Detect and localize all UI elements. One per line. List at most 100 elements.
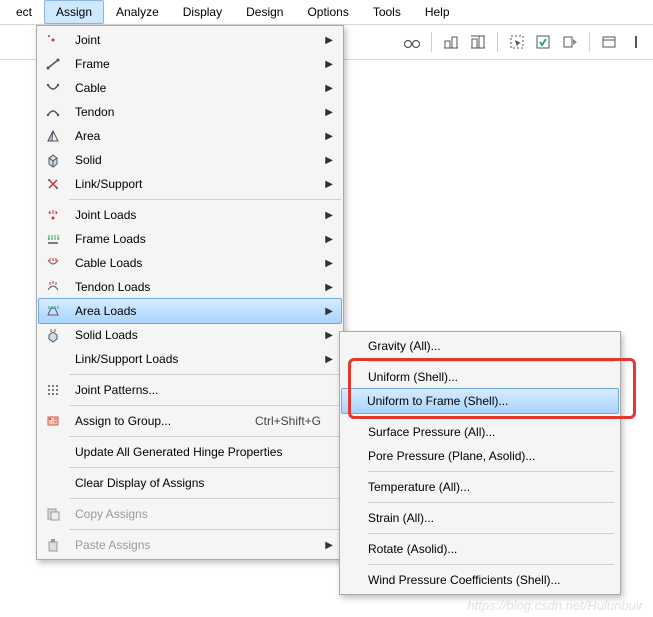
submenu-arrow-icon: ▶ (325, 540, 333, 551)
menu-item-label: Cable (67, 81, 341, 95)
menu-item-icon (39, 323, 67, 347)
menu-design[interactable]: Design (234, 0, 295, 24)
menu-item-cable-loads[interactable]: Cable Loads▶ (39, 251, 341, 275)
submenu-arrow-icon: ▶ (325, 306, 333, 317)
menu-display[interactable]: Display (171, 0, 234, 24)
watermark: https://blog.csdn.net/Hulunbuir (467, 598, 643, 613)
submenu-item-rotate-asolid-[interactable]: Rotate (Asolid)... (342, 537, 618, 561)
separator (368, 416, 614, 417)
submenu-item-label: Pore Pressure (Plane, Asolid)... (368, 449, 535, 463)
menu-item-tendon-loads[interactable]: Tendon Loads▶ (39, 275, 341, 299)
menu-item-area[interactable]: Area▶ (39, 124, 341, 148)
submenu-arrow-icon: ▶ (325, 59, 333, 70)
separator (431, 32, 432, 52)
menu-analyze[interactable]: Analyze (104, 0, 171, 24)
menu-item-joint[interactable]: Joint▶ (39, 28, 341, 52)
submenu-item-wind-pressure-coefficients-shell-[interactable]: Wind Pressure Coefficients (Shell)... (342, 568, 618, 592)
menu-item-update-all-generated-hinge-properties[interactable]: Update All Generated Hinge Properties (39, 440, 341, 464)
submenu-item-uniform-to-frame-shell-[interactable]: Uniform to Frame (Shell)... (341, 388, 619, 414)
submenu-item-label: Uniform to Frame (Shell)... (367, 394, 508, 408)
menu-item-label: Joint (67, 33, 341, 47)
submenu-item-label: Temperature (All)... (368, 480, 470, 494)
menu-item-frame-loads[interactable]: Frame Loads▶ (39, 227, 341, 251)
toolbar-valign-icon[interactable] (466, 30, 488, 54)
toolbar-select-icon[interactable] (506, 30, 528, 54)
submenu-item-temperature-all-[interactable]: Temperature (All)... (342, 475, 618, 499)
menu-item-label: Area Loads (67, 304, 341, 318)
menu-item-icon (39, 533, 67, 557)
menu-item-icon (39, 28, 67, 52)
menu-item-clear-display-of-assigns[interactable]: Clear Display of Assigns (39, 471, 341, 495)
toolbar-check-icon[interactable] (532, 30, 554, 54)
submenu-arrow-icon: ▶ (325, 131, 333, 142)
menu-options[interactable]: Options (295, 0, 360, 24)
submenu-item-label: Gravity (All)... (368, 339, 441, 353)
separator (368, 533, 614, 534)
submenu-arrow-icon: ▶ (325, 155, 333, 166)
submenu-item-uniform-shell-[interactable]: Uniform (Shell)... (342, 365, 618, 389)
submenu-arrow-icon: ▶ (325, 258, 333, 269)
separator (497, 32, 498, 52)
submenu-item-label: Surface Pressure (All)... (368, 425, 495, 439)
menu-select[interactable]: ect (4, 0, 44, 24)
menu-item-shortcut: Ctrl+Shift+G (255, 414, 341, 428)
menu-item-label: Area (67, 129, 341, 143)
separator (368, 502, 614, 503)
separator (69, 374, 341, 375)
submenu-arrow-icon: ▶ (325, 234, 333, 245)
menu-item-label: Frame Loads (67, 232, 341, 246)
separator (589, 32, 590, 52)
menu-item-icon (39, 440, 67, 464)
menu-assign[interactable]: Assign (44, 0, 104, 24)
toolbar-align-icon[interactable] (440, 30, 462, 54)
separator (368, 361, 614, 362)
submenu-item-pore-pressure-plane-asolid-[interactable]: Pore Pressure (Plane, Asolid)... (342, 444, 618, 468)
menu-item-link-support[interactable]: Link/Support▶ (39, 172, 341, 196)
menu-item-joint-patterns-[interactable]: Joint Patterns... (39, 378, 341, 402)
toolbar-glasses-icon[interactable] (401, 30, 423, 54)
menu-item-icon (39, 148, 67, 172)
separator (69, 467, 341, 468)
toolbar-play-icon[interactable] (559, 30, 581, 54)
menu-item-copy-assigns: Copy Assigns (39, 502, 341, 526)
toolbar-window-icon[interactable] (598, 30, 620, 54)
submenu-arrow-icon: ▶ (325, 210, 333, 221)
submenu-item-strain-all-[interactable]: Strain (All)... (342, 506, 618, 530)
menu-item-assign-to-group-[interactable]: Assign to Group...Ctrl+Shift+G (39, 409, 341, 433)
menu-item-label: Solid (67, 153, 341, 167)
submenu-arrow-icon: ▶ (325, 35, 333, 46)
menu-item-label: Copy Assigns (67, 507, 341, 521)
menu-item-label: Tendon Loads (67, 280, 341, 294)
separator (69, 436, 341, 437)
menu-item-area-loads[interactable]: Area Loads▶ (38, 298, 342, 324)
toolbar-bar-icon[interactable] (625, 30, 647, 54)
menu-tools[interactable]: Tools (361, 0, 413, 24)
menu-item-joint-loads[interactable]: Joint Loads▶ (39, 203, 341, 227)
menu-help[interactable]: Help (413, 0, 462, 24)
submenu-item-label: Rotate (Asolid)... (368, 542, 457, 556)
menu-item-frame[interactable]: Frame▶ (39, 52, 341, 76)
menu-item-label: Frame (67, 57, 341, 71)
menu-item-paste-assigns: Paste Assigns▶ (39, 533, 341, 557)
menu-item-label: Link/Support Loads (67, 352, 341, 366)
menubar: ect Assign Analyze Display Design Option… (0, 0, 653, 25)
menu-item-label: Joint Patterns... (67, 383, 341, 397)
separator (69, 199, 341, 200)
menu-item-icon (39, 378, 67, 402)
submenu-item-gravity-all-[interactable]: Gravity (All)... (342, 334, 618, 358)
menu-item-icon (39, 502, 67, 526)
menu-item-link-support-loads[interactable]: Link/Support Loads▶ (39, 347, 341, 371)
menu-item-cable[interactable]: Cable▶ (39, 76, 341, 100)
menu-item-tendon[interactable]: Tendon▶ (39, 100, 341, 124)
menu-item-label: Update All Generated Hinge Properties (67, 445, 341, 459)
menu-item-label: Solid Loads (67, 328, 341, 342)
menu-item-solid-loads[interactable]: Solid Loads▶ (39, 323, 341, 347)
area-loads-submenu: Gravity (All)... Uniform (Shell)... Unifor… (339, 331, 621, 595)
menu-item-icon (39, 227, 67, 251)
submenu-item-label: Uniform (Shell)... (368, 370, 458, 384)
submenu-item-surface-pressure-all-[interactable]: Surface Pressure (All)... (342, 420, 618, 444)
menu-item-label: Paste Assigns (67, 538, 341, 552)
menu-item-solid[interactable]: Solid▶ (39, 148, 341, 172)
submenu-arrow-icon: ▶ (325, 179, 333, 190)
menu-item-icon (39, 76, 67, 100)
